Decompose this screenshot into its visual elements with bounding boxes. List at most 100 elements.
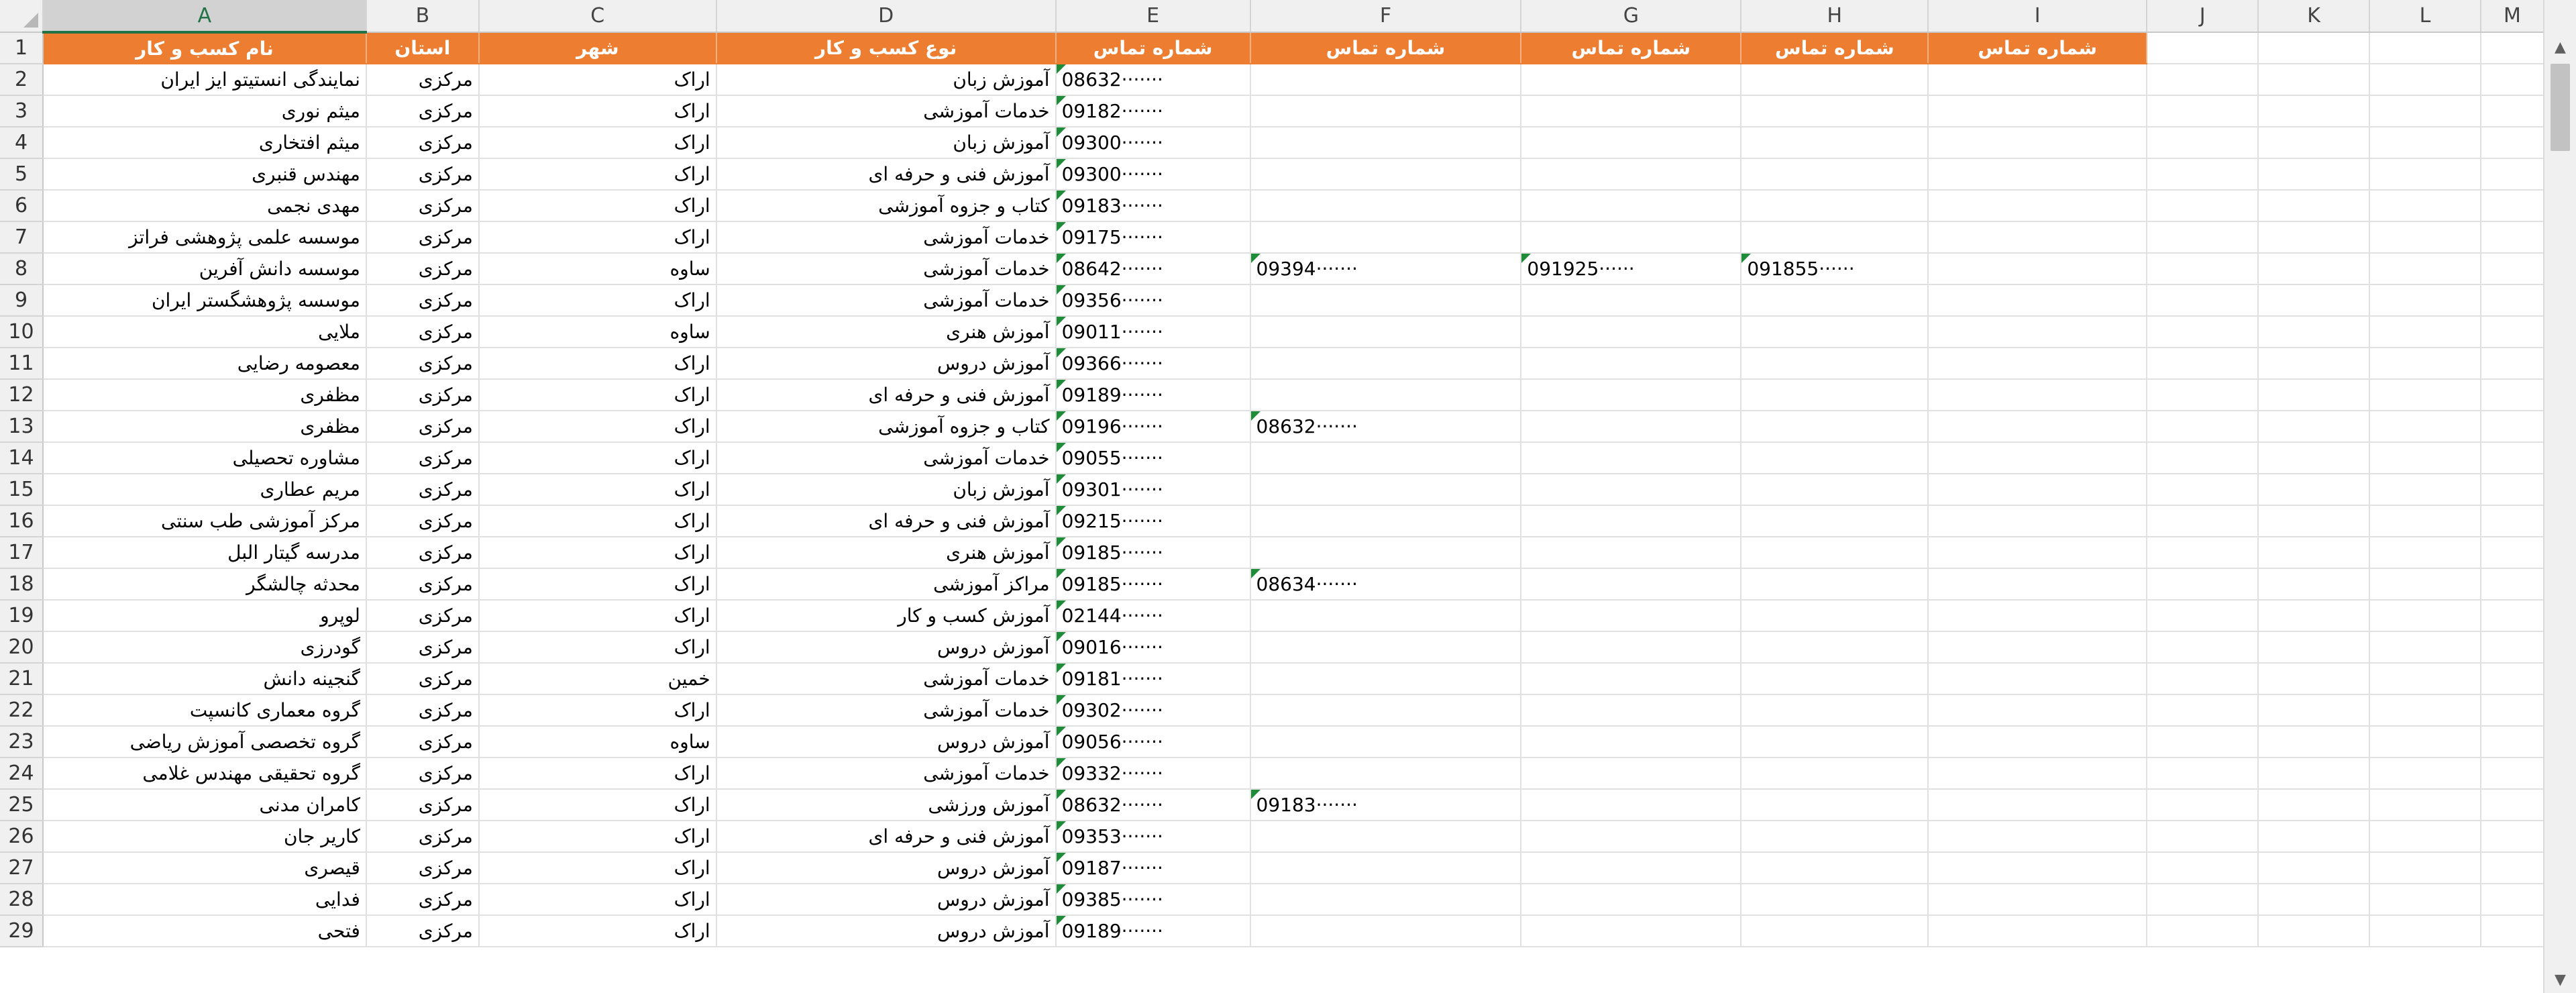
cell-phone-1[interactable]: 09196······· [1055,411,1251,443]
header-cell-name[interactable]: نام کسب و کار [42,32,367,64]
column-header-f[interactable]: F [1250,0,1522,33]
empty-cell[interactable] [2258,64,2371,96]
empty-cell[interactable] [1250,474,1522,506]
empty-cell[interactable] [1250,442,1522,474]
cell-province[interactable]: مرکزی [366,537,480,569]
cell-name[interactable]: میثم نوری [42,95,367,127]
empty-cell[interactable] [2258,474,2371,506]
empty-cell[interactable] [2147,915,2259,947]
empty-cell[interactable] [1928,379,2148,411]
empty-cell[interactable] [2147,95,2259,127]
empty-cell[interactable] [2369,568,2481,600]
cell-province[interactable]: مرکزی [366,158,480,191]
cell-business-type[interactable]: آموزش دروس [716,852,1057,884]
cell-phone-1[interactable]: 09385······· [1055,884,1251,916]
cell-city[interactable]: ساوه [478,316,717,348]
row-header[interactable]: 18 [0,568,44,600]
empty-cell[interactable] [1928,284,2148,317]
cell-phone-1[interactable]: 09302······· [1055,694,1251,727]
empty-cell[interactable] [2147,127,2259,159]
header-cell-phone-1[interactable]: شماره تماس [1055,32,1251,64]
empty-cell[interactable] [1928,158,2148,191]
cell-province[interactable]: مرکزی [366,221,480,254]
cell-phone-1[interactable]: 09356······· [1055,284,1251,317]
empty-cell[interactable] [1928,821,2148,853]
empty-cell[interactable] [1250,821,1522,853]
cell-city[interactable]: اراک [478,789,717,821]
empty-cell[interactable] [1741,726,1929,758]
empty-cell[interactable] [1521,348,1742,380]
empty-cell[interactable] [1521,505,1742,537]
empty-cell[interactable] [1521,190,1742,222]
column-header-g[interactable]: G [1521,0,1742,33]
empty-cell[interactable] [2147,379,2259,411]
cell-name[interactable]: مظفری [42,411,367,443]
empty-cell[interactable] [2147,757,2259,790]
header-cell-province[interactable]: استان [366,32,480,64]
select-all-corner[interactable] [0,0,44,33]
empty-cell[interactable] [1928,95,2148,127]
cell-name[interactable]: کامران مدنی [42,789,367,821]
empty-cell[interactable] [1521,663,1742,695]
cell-business-type[interactable]: آموزش کسب و کار [716,600,1057,632]
empty-cell[interactable] [2258,411,2371,443]
cell-city[interactable]: اراک [478,474,717,506]
cell-phone-1[interactable]: 09175······· [1055,221,1251,254]
empty-cell[interactable] [1928,600,2148,632]
empty-cell[interactable] [2369,316,2481,348]
empty-cell[interactable] [1741,127,1929,159]
cell-province[interactable]: مرکزی [366,884,480,916]
cell-city[interactable]: اراک [478,95,717,127]
empty-cell[interactable] [1250,127,1522,159]
cell-phone-2[interactable]: 09183······· [1250,789,1522,821]
empty-cell[interactable] [1741,348,1929,380]
empty-cell[interactable] [2480,884,2544,916]
column-header-a[interactable]: A [42,0,367,34]
empty-cell[interactable] [1521,537,1742,569]
cell-business-type[interactable]: خدمات آموزشی [716,757,1057,790]
empty-cell[interactable] [1521,474,1742,506]
scroll-up-arrow-icon[interactable]: ▲ [2544,34,2576,60]
empty-cell[interactable] [1521,915,1742,947]
empty-cell[interactable] [1928,663,2148,695]
empty-cell[interactable] [1928,411,2148,443]
empty-cell[interactable] [2480,284,2544,317]
empty-cell[interactable] [1928,64,2148,96]
empty-cell[interactable] [2147,821,2259,853]
cell-city[interactable]: اراک [478,915,717,947]
empty-cell[interactable] [2258,631,2371,664]
empty-cell[interactable] [1521,316,1742,348]
cell-province[interactable]: مرکزی [366,726,480,758]
empty-cell[interactable] [1928,631,2148,664]
cell-business-type[interactable]: آموزش هنری [716,316,1057,348]
empty-cell[interactable] [2480,757,2544,790]
empty-cell[interactable] [1741,600,1929,632]
empty-cell[interactable] [2147,537,2259,569]
empty-cell[interactable] [1250,537,1522,569]
empty-cell[interactable] [2147,253,2259,285]
empty-cell[interactable] [2258,884,2371,916]
cell-city[interactable]: اراک [478,64,717,96]
cell-business-type[interactable]: آموزش زبان [716,474,1057,506]
cell-city[interactable]: اراک [478,600,717,632]
empty-cell[interactable] [2258,284,2371,317]
empty-cell[interactable] [1521,221,1742,254]
empty-cell[interactable] [2369,600,2481,632]
empty-cell[interactable] [1250,694,1522,727]
cell-phone-1[interactable]: 09187······· [1055,852,1251,884]
empty-cell[interactable] [1741,64,1929,96]
cell-province[interactable]: مرکزی [366,190,480,222]
empty-cell[interactable] [1521,852,1742,884]
empty-cell[interactable] [1741,411,1929,443]
cell-phone-1[interactable]: 09189······· [1055,915,1251,947]
empty-cell[interactable] [1521,631,1742,664]
empty-cell[interactable] [1928,474,2148,506]
empty-cell[interactable] [2480,190,2544,222]
empty-cell[interactable] [2369,757,2481,790]
column-header-e[interactable]: E [1055,0,1251,33]
empty-cell[interactable] [2369,411,2481,443]
cell-phone-3[interactable]: 091925······ [1521,253,1742,285]
cell-business-type[interactable]: آموزش ورزشی [716,789,1057,821]
empty-cell[interactable] [1928,757,2148,790]
cell-province[interactable]: مرکزی [366,789,480,821]
